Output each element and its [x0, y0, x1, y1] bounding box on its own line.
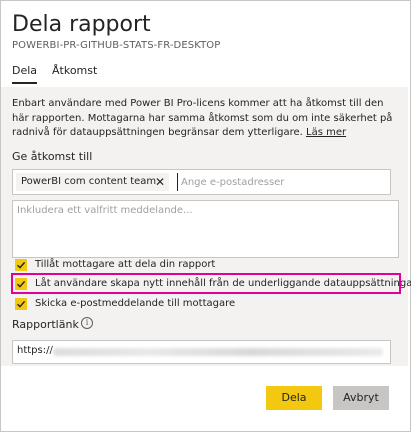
dialog-title: Dela rapport	[12, 12, 151, 37]
send-email-checkbox[interactable]	[15, 298, 27, 310]
allow-reshare-checkbox[interactable]	[15, 259, 27, 271]
share-button[interactable]: Dela	[266, 386, 322, 410]
allow-reshare-label: Tillåt mottagare att dela din rapport	[35, 259, 216, 270]
tab-share[interactable]: Dela	[12, 64, 38, 84]
recipient-chip-label: PowerBI com content team	[21, 176, 157, 187]
grant-access-label: Ge åtkomst till	[12, 150, 93, 163]
checkmark-icon	[17, 261, 26, 269]
remove-recipient-icon[interactable]: ✕	[155, 173, 165, 191]
learn-more-link[interactable]: Läs mer	[306, 127, 346, 138]
recipients-field[interactable]: PowerBI com content team ✕	[12, 169, 391, 195]
checkmark-icon	[17, 300, 26, 308]
report-name: POWERBI-PR-GITHUB-STATS-FR-DESKTOP	[12, 40, 221, 51]
report-link-label: Rapportlänk	[12, 318, 79, 331]
license-description: Enbart användare med Power BI Pro-licens…	[12, 97, 400, 141]
info-icon[interactable]: i	[81, 317, 93, 329]
highlight-box	[11, 273, 401, 294]
email-input[interactable]	[177, 173, 386, 191]
message-field[interactable]	[12, 200, 399, 258]
cancel-button[interactable]: Avbryt	[333, 386, 389, 410]
redacted-url	[53, 348, 383, 356]
recipient-chip: PowerBI com content team ✕	[16, 173, 169, 191]
report-link-field[interactable]: https://	[12, 340, 391, 364]
send-email-label: Skicka e-postmeddelande till mottagare	[35, 298, 236, 309]
report-link-prefix: https://	[17, 345, 53, 356]
tab-access[interactable]: Åtkomst	[52, 64, 97, 77]
